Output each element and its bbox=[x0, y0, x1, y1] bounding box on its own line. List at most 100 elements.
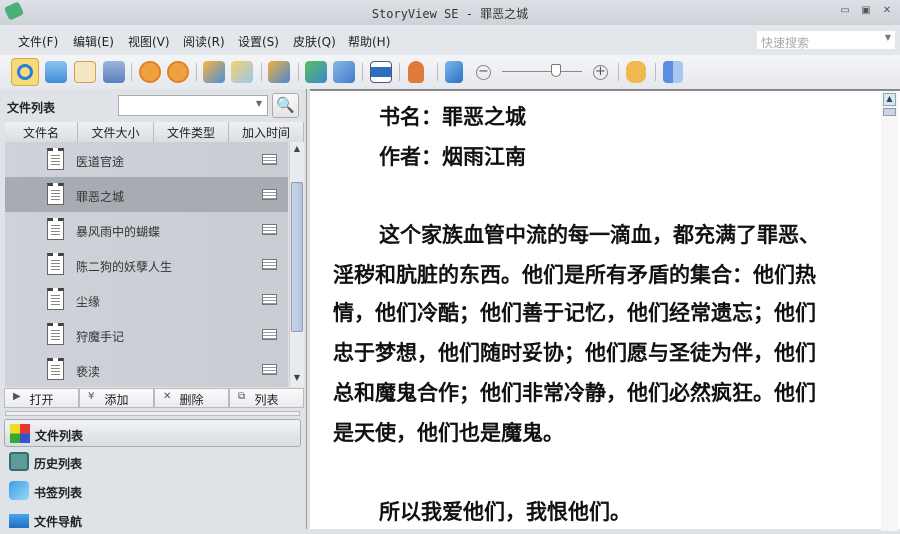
menu-view[interactable]: 视图(V) bbox=[128, 33, 170, 50]
file-name: 暴风雨中的蝴蝶 bbox=[76, 225, 161, 239]
row-menu-icon[interactable] bbox=[262, 189, 277, 200]
window-title: StoryView SE - 罪恶之城 bbox=[371, 7, 529, 21]
file-name: 陈二狗的妖孽人生 bbox=[76, 260, 173, 274]
separator bbox=[399, 63, 400, 81]
document-icon bbox=[47, 323, 64, 345]
column-header-added[interactable]: 加入时间 bbox=[229, 122, 304, 142]
text-line: 这个家族血管中流的每一滴血，都充满了罪恶、 bbox=[379, 223, 820, 247]
nav-label: 书签列表 bbox=[34, 486, 83, 500]
file-name: 尘缘 bbox=[76, 295, 101, 309]
convert-icon[interactable] bbox=[268, 61, 290, 83]
nav-bookmark-list[interactable]: 书签列表 bbox=[4, 477, 301, 505]
open-label: 打开 bbox=[29, 393, 54, 407]
column-header-type[interactable]: 文件类型 bbox=[154, 122, 229, 142]
file-row[interactable]: 暴风雨中的蝴蝶 bbox=[5, 212, 288, 247]
menu-help[interactable]: 帮助(H) bbox=[348, 33, 390, 50]
title-bar: StoryView SE - 罪恶之城 ▭ ▣ ✕ bbox=[0, 0, 900, 25]
zoom-in-button[interactable]: + bbox=[593, 65, 608, 80]
row-menu-icon[interactable] bbox=[262, 259, 277, 270]
text-line: 情，他们冷酷；他们善于记忆，他们经常遗忘；他们 bbox=[333, 301, 816, 325]
document-icon bbox=[47, 288, 64, 310]
add-button[interactable]: ¥ 添加 bbox=[79, 388, 154, 408]
clipboard-icon[interactable] bbox=[74, 61, 96, 83]
zoom-slider-thumb[interactable] bbox=[551, 64, 562, 77]
save-icon[interactable] bbox=[103, 61, 125, 83]
column-header-size[interactable]: 文件大小 bbox=[78, 122, 154, 142]
reader-pane: 书名：罪恶之城 作者：烟雨江南 这个家族血管中流的每一滴血，都充满了罪恶、 淫秽和肮脏… bbox=[310, 89, 900, 531]
chevron-down-icon[interactable]: ▼ bbox=[256, 99, 262, 108]
file-row[interactable]: 尘缘 bbox=[5, 282, 288, 317]
row-menu-icon[interactable] bbox=[262, 329, 277, 340]
bookmark-icon bbox=[9, 481, 29, 500]
maximize-button[interactable]: ▣ bbox=[860, 6, 872, 16]
back-icon[interactable] bbox=[139, 61, 161, 83]
nav-file-list[interactable]: 文件列表 bbox=[4, 419, 301, 447]
menu-read[interactable]: 阅读(R) bbox=[183, 33, 225, 50]
file-list-scrollbar[interactable]: ▲ ▼ bbox=[289, 142, 304, 387]
quick-search-input[interactable]: 快速搜索 ▼ bbox=[756, 30, 896, 50]
row-menu-icon[interactable] bbox=[262, 224, 277, 235]
minimize-button[interactable]: ▭ bbox=[839, 6, 851, 16]
delete-label: 删除 bbox=[179, 393, 204, 407]
file-row[interactable]: 亵渎 bbox=[5, 352, 288, 387]
nav-history-list[interactable]: 历史列表 bbox=[4, 448, 301, 476]
home-icon[interactable] bbox=[11, 58, 39, 86]
row-menu-icon[interactable] bbox=[262, 294, 277, 305]
separator bbox=[261, 63, 262, 81]
scroll-down-icon[interactable]: ▼ bbox=[291, 373, 303, 385]
scrollbar-thumb[interactable] bbox=[883, 108, 896, 116]
delete-button[interactable]: ✕ 删除 bbox=[154, 388, 229, 408]
separator bbox=[196, 63, 197, 81]
row-menu-icon[interactable] bbox=[262, 364, 277, 375]
column-header-name[interactable]: 文件名 bbox=[5, 122, 78, 142]
separator bbox=[131, 63, 132, 81]
text-line: 淫秽和肮脏的东西。他们是所有矛盾的集合：他们热 bbox=[333, 263, 816, 287]
add-bookmark-icon[interactable] bbox=[305, 61, 327, 83]
nav-file-navigation[interactable]: 文件导航 bbox=[4, 506, 301, 534]
history-icon bbox=[9, 452, 29, 471]
open-button[interactable]: ▶ 打开 bbox=[4, 388, 79, 408]
list-label: 列表 bbox=[254, 393, 279, 407]
text-line: 总和魔鬼合作；他们非常冷静，他们必然疯狂。他们 bbox=[333, 381, 816, 405]
menu-settings[interactable]: 设置(S) bbox=[238, 33, 279, 50]
finder-icon[interactable] bbox=[663, 61, 683, 83]
scroll-up-icon[interactable]: ▲ bbox=[291, 144, 303, 156]
document-icon bbox=[47, 148, 64, 170]
file-row[interactable]: 狩魔手记 bbox=[5, 317, 288, 352]
scroll-up-icon[interactable]: ▲ bbox=[883, 93, 896, 106]
remove-bookmark-icon[interactable] bbox=[333, 61, 355, 83]
scrollbar-thumb[interactable] bbox=[291, 182, 303, 332]
file-name: 狩魔手记 bbox=[76, 330, 125, 344]
file-name: 医道官途 bbox=[76, 155, 125, 169]
file-name: 罪恶之城 bbox=[76, 190, 125, 204]
zoom-slider-track[interactable] bbox=[502, 71, 582, 72]
toolbar: − + bbox=[0, 55, 900, 89]
search-button[interactable]: 🔍 bbox=[272, 93, 299, 118]
menu-edit[interactable]: 编辑(E) bbox=[73, 33, 114, 50]
reader-scrollbar[interactable]: ▲ bbox=[881, 91, 898, 531]
chevron-down-icon[interactable]: ▼ bbox=[885, 33, 891, 42]
nav-label: 文件导航 bbox=[34, 515, 83, 529]
close-button[interactable]: ✕ bbox=[881, 6, 893, 16]
forward-icon[interactable] bbox=[167, 61, 189, 83]
menu-skin[interactable]: 皮肤(Q) bbox=[293, 33, 336, 50]
file-list-icon bbox=[10, 424, 30, 443]
bookmark-book-icon[interactable] bbox=[203, 61, 225, 83]
zoom-out-button[interactable]: − bbox=[476, 65, 491, 80]
file-row[interactable]: 陈二狗的妖孽人生 bbox=[5, 247, 288, 282]
menu-file[interactable]: 文件(F) bbox=[18, 33, 58, 50]
hand-pointer-icon[interactable] bbox=[626, 61, 646, 83]
microphone-icon[interactable] bbox=[408, 61, 424, 83]
open-folder-icon[interactable] bbox=[45, 61, 67, 83]
file-row[interactable]: 罪恶之城 bbox=[5, 177, 288, 212]
separator bbox=[437, 63, 438, 81]
file-search-input[interactable]: ▼ bbox=[118, 95, 268, 116]
fullscreen-icon[interactable] bbox=[370, 61, 392, 83]
file-row[interactable]: 医道官途 bbox=[5, 142, 288, 177]
row-menu-icon[interactable] bbox=[262, 154, 277, 165]
splitter[interactable] bbox=[5, 411, 300, 416]
page-icon[interactable] bbox=[445, 61, 463, 83]
list-view-button[interactable]: ⧉ 列表 bbox=[229, 388, 304, 408]
edit-pen-icon[interactable] bbox=[231, 61, 253, 83]
document-icon bbox=[47, 183, 64, 205]
